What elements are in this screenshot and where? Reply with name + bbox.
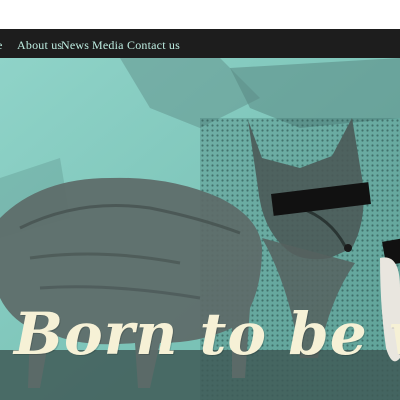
nav-about-us[interactable]: About us [17, 38, 62, 53]
top-whitespace [0, 0, 400, 29]
main-navigation: e About us News Media Contact us [0, 29, 400, 58]
nav-news[interactable]: News [61, 38, 89, 53]
nav-home-partial[interactable]: e [0, 38, 3, 53]
hero-headline: Born to be wild [14, 300, 400, 368]
nav-contact-us[interactable]: Contact us [127, 38, 180, 53]
nav-media[interactable]: Media [92, 38, 124, 53]
hero-banner: Born to be wild [0, 58, 400, 400]
